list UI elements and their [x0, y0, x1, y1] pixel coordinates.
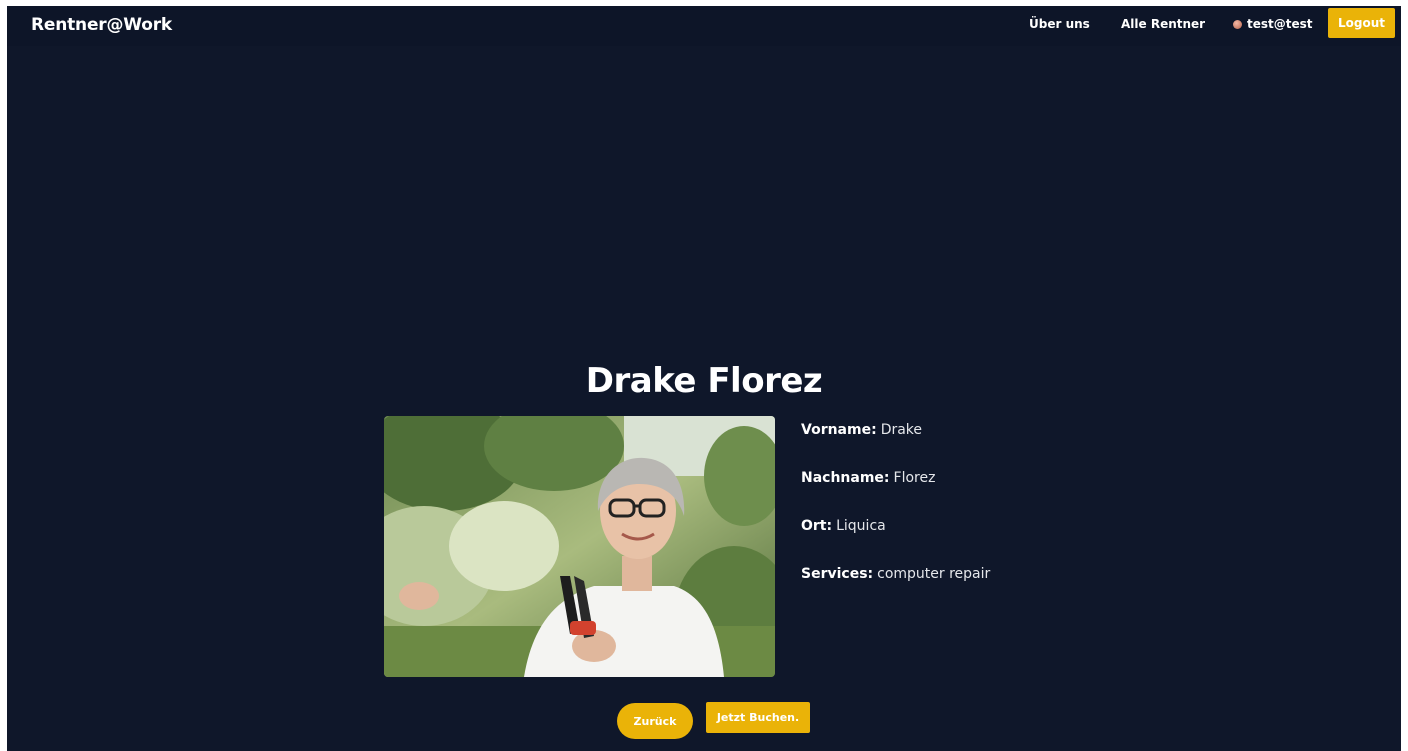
profile-details: Vorname: Drake Nachname: Florez Ort: Liquic… [801, 422, 990, 614]
back-button[interactable]: Zurück [617, 703, 693, 739]
nav-link-all-retirees[interactable]: Alle Rentner [1121, 17, 1205, 31]
detail-label: Vorname: [801, 422, 877, 438]
book-now-button[interactable]: Jetzt Buchen. [706, 702, 810, 733]
profile-photo [384, 416, 775, 677]
avatar-icon [1233, 19, 1242, 29]
nav-user-profile[interactable]: test@test [1233, 17, 1313, 31]
user-email: test@test [1247, 17, 1313, 31]
detail-label: Nachname: [801, 470, 890, 486]
detail-value: Drake [880, 422, 923, 438]
logout-button[interactable]: Logout [1328, 8, 1395, 38]
page-title: Drake Florez [585, 361, 823, 401]
detail-value: computer repair [877, 566, 991, 582]
detail-value: Florez [893, 470, 936, 486]
app-frame: Rentner@Work Über uns Alle Rentner test@… [7, 6, 1401, 751]
profile-photo-illustration [384, 416, 775, 677]
detail-services: Services: computer repair [801, 566, 990, 614]
detail-value: Liquica [836, 518, 886, 534]
detail-nachname: Nachname: Florez [801, 470, 990, 518]
nav-link-about[interactable]: Über uns [1029, 17, 1090, 31]
brand-logo[interactable]: Rentner@Work [31, 15, 172, 35]
navbar: Rentner@Work Über uns Alle Rentner test@… [7, 6, 1401, 46]
detail-ort: Ort: Liquica [801, 518, 990, 566]
detail-label: Ort: [801, 518, 833, 534]
detail-label: Services: [801, 566, 874, 582]
detail-vorname: Vorname: Drake [801, 422, 990, 470]
